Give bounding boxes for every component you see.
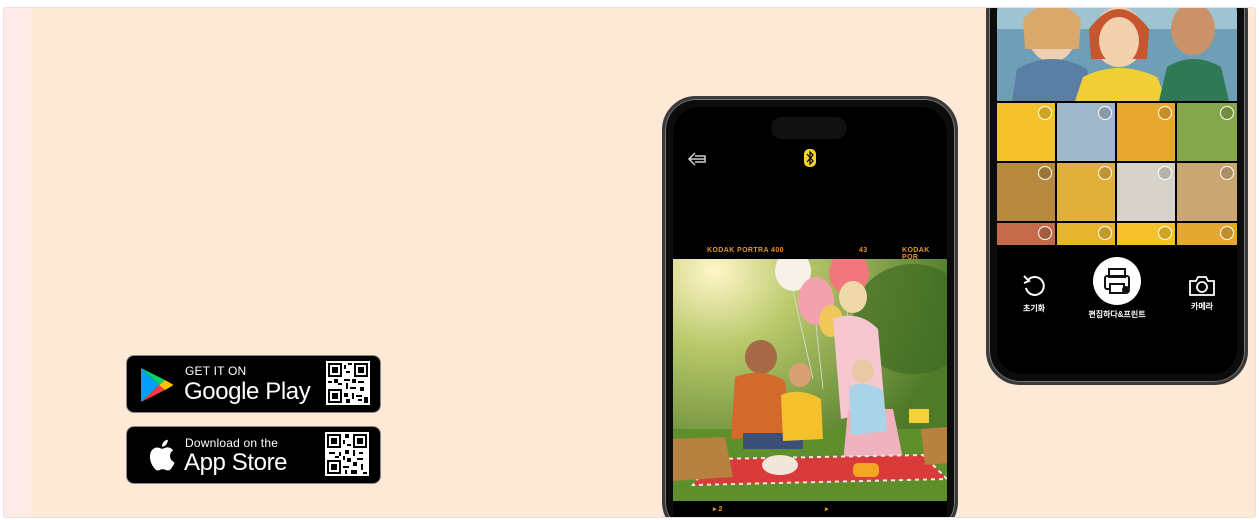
film-strip-footer: ▸ 2 ▸ bbox=[673, 505, 947, 513]
camera-screen: KODAK PORTRA 400 43 KODAK POR ▸ 2 ▸ bbox=[673, 107, 947, 517]
select-circle[interactable] bbox=[1158, 106, 1172, 120]
gallery-phone-mockup: 초기화 편집하다&프린트 카메라 bbox=[986, 8, 1248, 385]
thumbnail[interactable] bbox=[997, 103, 1055, 161]
picnic-photo bbox=[673, 259, 947, 501]
select-circle[interactable] bbox=[1220, 166, 1234, 180]
select-circle[interactable] bbox=[1098, 226, 1112, 240]
google-qr-code bbox=[326, 361, 370, 405]
camera-label: 카메라 bbox=[1190, 302, 1214, 311]
select-circle[interactable] bbox=[1220, 106, 1234, 120]
reset-button[interactable]: 초기화 bbox=[1013, 273, 1055, 314]
hero-frame: GET IT ON Google Play Download on the Ap… bbox=[3, 7, 1256, 518]
film-bottom-left: ▸ 2 bbox=[713, 506, 723, 513]
google-play-badge[interactable]: GET IT ON Google Play bbox=[126, 355, 381, 413]
app-store-badge[interactable]: Download on the App Store bbox=[126, 426, 381, 484]
thumbnail[interactable] bbox=[1057, 223, 1115, 245]
thumbnail[interactable] bbox=[1117, 163, 1175, 221]
reset-label: 초기화 bbox=[1022, 304, 1046, 313]
google-badge-line2: Google Play bbox=[184, 378, 311, 405]
gallery-screen: 초기화 편집하다&프린트 카메라 bbox=[997, 8, 1237, 374]
google-badge-line1: GET IT ON bbox=[185, 364, 247, 378]
apple-qr-code bbox=[325, 432, 369, 476]
film-frame-number: 43 bbox=[859, 247, 868, 254]
thumbnail[interactable] bbox=[997, 223, 1055, 245]
thumbnail[interactable] bbox=[997, 163, 1055, 221]
thumbnail[interactable] bbox=[1177, 163, 1237, 221]
thumbnail[interactable] bbox=[1117, 223, 1175, 245]
select-circle[interactable] bbox=[1220, 226, 1234, 240]
apple-icon bbox=[147, 438, 175, 472]
thumbnail[interactable] bbox=[1117, 103, 1175, 161]
select-circle[interactable] bbox=[1098, 106, 1112, 120]
apple-badge-line1: Download on the bbox=[185, 436, 279, 450]
edit-print-button[interactable]: 편집하다&프린트 bbox=[1081, 257, 1153, 320]
camera-phone-mockup: KODAK PORTRA 400 43 KODAK POR ▸ 2 ▸ bbox=[662, 96, 958, 517]
undo-icon bbox=[1021, 273, 1047, 299]
printer-icon bbox=[1093, 257, 1141, 305]
thumbnail[interactable] bbox=[1057, 163, 1115, 221]
camera-button[interactable]: 카메라 bbox=[1181, 275, 1223, 312]
select-circle[interactable] bbox=[1038, 106, 1052, 120]
select-circle[interactable] bbox=[1158, 226, 1172, 240]
apple-badge-line2: App Store bbox=[184, 449, 288, 476]
edit-print-label: 편집하다&프린트 bbox=[1088, 310, 1146, 319]
thumbnail[interactable] bbox=[1177, 223, 1237, 245]
dynamic-island bbox=[771, 117, 847, 139]
film-bottom-right: ▸ bbox=[825, 506, 829, 513]
camera-icon bbox=[1188, 275, 1216, 297]
select-circle[interactable] bbox=[1038, 166, 1052, 180]
film-brand-left: KODAK PORTRA 400 bbox=[707, 247, 784, 254]
thumbnail[interactable] bbox=[1057, 103, 1115, 161]
selected-photo-preview bbox=[997, 8, 1237, 101]
select-circle[interactable] bbox=[1158, 166, 1172, 180]
back-arrow-icon[interactable] bbox=[687, 151, 707, 167]
promo-panel: GET IT ON Google Play Download on the Ap… bbox=[31, 8, 1255, 517]
film-strip-header: KODAK PORTRA 400 43 KODAK POR bbox=[673, 247, 947, 261]
thumbnail[interactable] bbox=[1177, 103, 1237, 161]
google-play-icon bbox=[137, 366, 175, 404]
bluetooth-icon bbox=[804, 149, 816, 167]
select-circle[interactable] bbox=[1098, 166, 1112, 180]
select-circle[interactable] bbox=[1038, 226, 1052, 240]
